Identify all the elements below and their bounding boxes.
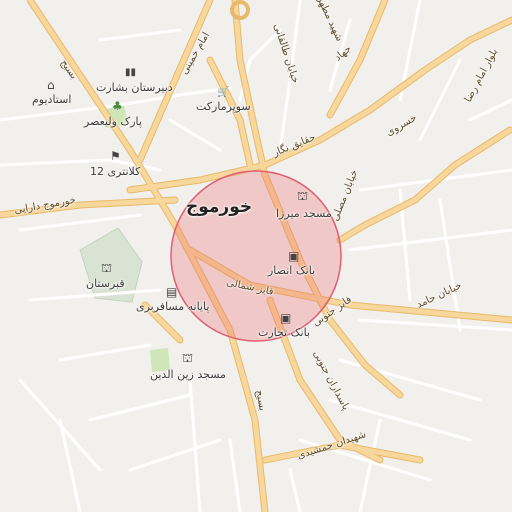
park-icon[interactable]: ♣ — [112, 100, 123, 112]
mosque-icon[interactable]: ⛫ — [297, 190, 308, 202]
poi-label-bus-terminal[interactable]: پایانه مسافربری — [136, 300, 209, 313]
mosque-icon[interactable]: ⛫ — [182, 352, 193, 364]
poi-label-zeinaddin-mosque[interactable]: مسجد زین الدین — [150, 368, 226, 381]
map-base-layer — [0, 0, 512, 512]
poi-label-school[interactable]: دبیرستان بشارت — [96, 81, 173, 94]
police-icon[interactable]: ⚑ — [110, 150, 121, 162]
poi-label-cemetery[interactable]: قبرستان — [86, 277, 125, 290]
bank-icon[interactable]: ▣ — [288, 250, 299, 262]
cemetery-icon[interactable]: ⛫ — [101, 262, 112, 274]
poi-label-mirza-mosque[interactable]: مسجد میرزا — [276, 207, 332, 220]
stadium-icon[interactable]: ⌂ — [47, 79, 55, 91]
poi-label-park[interactable]: پارک ولیعصر — [84, 115, 142, 128]
map-canvas[interactable]: بسیج بسیج امام خمینی خیابان طالقانی جهاد… — [0, 0, 512, 512]
bank-icon[interactable]: ▣ — [280, 312, 291, 324]
poi-label-police[interactable]: کلانتری 12 — [90, 165, 140, 178]
poi-label-supermarket[interactable]: سوپرمارکت — [196, 100, 251, 113]
poi-label-tejarat-bank[interactable]: بانک تجارت — [258, 326, 310, 339]
school-icon[interactable]: ▮▮ — [125, 67, 136, 79]
bus-icon[interactable]: ▤ — [166, 286, 177, 298]
poi-label-stadium[interactable]: استادیوم — [32, 93, 71, 106]
poi-label-ansar-bank[interactable]: بانک انصار — [268, 264, 315, 277]
city-label[interactable]: خورموج — [186, 197, 252, 217]
cart-icon[interactable]: 🛒 — [217, 87, 229, 99]
